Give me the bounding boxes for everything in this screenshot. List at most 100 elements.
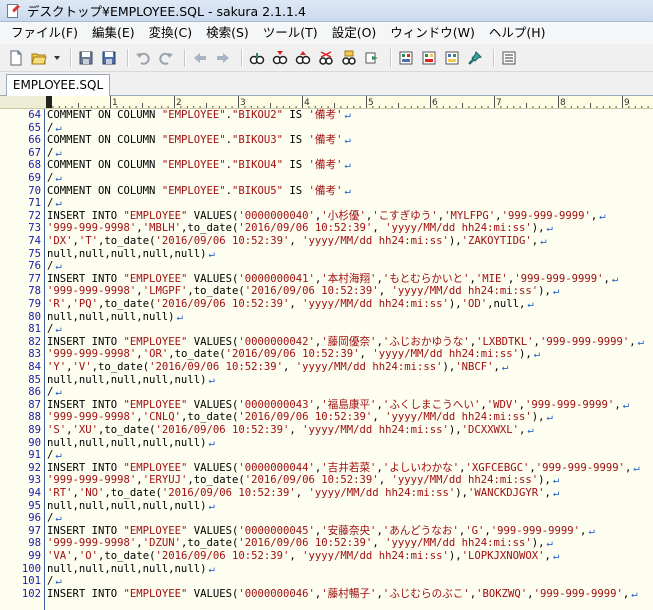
code-line[interactable]: 88 '999-999-9998','CNLQ',to_date('2016/09… [0,411,653,424]
menu-item-6[interactable]: ウィンドウ(W) [383,23,482,43]
line-number: 82 [28,335,41,348]
ruler-label: 2 [176,98,182,108]
redo-icon[interactable] [156,48,176,68]
pin-icon[interactable] [465,48,485,68]
save-all-icon[interactable] [99,48,119,68]
menu-item-5[interactable]: 設定(O) [325,23,384,43]
string-literal: 'yyyy/MM/dd hh24:mi:ss' [295,361,443,373]
menu-item-3[interactable]: 検索(S) [199,23,256,43]
title-bar: デスクトップ¥EMPLOYEE.SQL - sakura 2.1.1.4 [0,0,653,22]
code-line[interactable]: 77 INSERT INTO "EMPLOYEE" VALUES('0000000… [0,273,653,286]
open-folder-icon[interactable] [29,48,49,68]
code-line[interactable]: 90 null,null,null,null,null) ↵ [0,437,653,450]
eol-mark-icon: ↵ [540,235,547,247]
code-line[interactable]: 101 /↵ [0,575,653,588]
eol-mark-icon: ↵ [344,134,351,147]
code-line[interactable]: 95 null,null,null,null,null) ↵ [0,500,653,513]
string-literal: 'yyyy/MM/dd hh24:mi:ss' [391,474,539,487]
code-line[interactable]: 92 INSERT INTO "EMPLOYEE" VALUES('0000000… [0,462,653,475]
replace-icon[interactable] [316,48,336,68]
menu-item-2[interactable]: 変換(C) [142,23,199,43]
code-line[interactable]: 99 'VA','O',to_date('2016/09/06 10:52:39'… [0,550,653,563]
search-next-icon[interactable] [270,48,290,68]
dropdown-arrow-icon[interactable] [52,48,62,68]
code-line[interactable]: 65 /↵ [0,122,653,135]
code-line[interactable]: 84 'Y','V',to_date('2016/09/06 10:52:39',… [0,361,653,374]
code-line[interactable]: 98 '999-999-9998','DZUN',to_date('2016/09… [0,537,653,550]
code-line[interactable]: 91 /↵ [0,449,653,462]
code-line[interactable]: 85 null,null,null,null,null) ↵ [0,374,653,387]
code-line[interactable]: 76 /↵ [0,260,653,273]
code-line[interactable]: 96 /↵ [0,512,653,525]
code-line[interactable]: 70 COMMENT ON COLUMN "EMPLOYEE"."BIKOU5" … [0,185,653,198]
string-literal: 'VA' [47,550,73,562]
code-line[interactable]: 97 INSERT INTO "EMPLOYEE" VALUES('0000000… [0,525,653,538]
new-file-icon[interactable] [6,48,26,68]
code-line[interactable]: 73 '999-999-9998','MBLH',to_date('2016/09… [0,222,653,235]
editor-area[interactable]: 64 COMMENT ON COLUMN "EMPLOYEE"."BIKOU2" … [0,109,653,610]
string-literal: 'yyyy/MM/dd hh24:mi:ss' [302,235,449,247]
code-line[interactable]: 68 COMMENT ON COLUMN "EMPLOYEE"."BIKOU4" … [0,159,653,172]
code-line[interactable]: 81 /↵ [0,323,653,336]
undo-icon[interactable] [133,48,153,68]
code-text: / ↵ [47,449,62,462]
string-literal: '備考' [308,184,343,197]
ruler-label: 9 [624,98,630,108]
code-line[interactable]: 94 'RT','NO',to_date('2016/09/06 10:52:39… [0,487,653,500]
line-number: 80 [28,310,41,323]
code-line[interactable]: 78 '999-999-9998','LMGPF',to_date('2016/0… [0,285,653,298]
code-line[interactable]: 79 'R','PQ',to_date('2016/09/06 10:52:39'… [0,298,653,311]
tab-employee-sql[interactable]: EMPLOYEE.SQL [6,74,110,96]
code-text: null,null,null,null,null) ↵ [47,562,215,575]
line-number: 87 [28,398,41,411]
bookmark-prev-icon[interactable] [442,48,462,68]
menu-item-7[interactable]: ヘルプ(H) [482,23,553,43]
code-line[interactable]: 82 INSERT INTO "EMPLOYEE" VALUES('0000000… [0,336,653,349]
code-line[interactable]: 93 '999-999-9998','ERYUJ',to_date('2016/0… [0,474,653,487]
search-icon[interactable] [247,48,267,68]
code-line[interactable]: 83 '999-999-9998','OR',to_date('2016/09/0… [0,348,653,361]
line-number: 65 [28,121,41,134]
grep-icon[interactable] [339,48,359,68]
forward-icon[interactable] [213,48,233,68]
code-line[interactable]: 72 INSERT INTO "EMPLOYEE" VALUES('0000000… [0,210,653,223]
line-number: 86 [28,386,41,399]
search-prev-icon[interactable] [293,48,313,68]
string-literal: '0000000046' [238,587,315,600]
code-line[interactable]: 64 COMMENT ON COLUMN "EMPLOYEE"."BIKOU2" … [0,109,653,122]
eol-mark-icon: ↵ [546,537,553,550]
code-text: 'R','PQ',to_date('2016/09/06 10:52:39', … [47,298,534,310]
outline-icon[interactable] [499,48,519,68]
ruler-ticks: 12345678910 [46,96,649,108]
menu-item-1[interactable]: 編集(E) [85,23,142,43]
code-text: 'RT','NO',to_date('2016/09/06 10:52:39',… [47,487,560,499]
bookmark-icon[interactable] [396,48,416,68]
line-number: 99 [28,550,41,562]
code-line[interactable]: 80 null,null,null,null) ↵ [0,311,653,324]
jump-icon[interactable] [362,48,382,68]
code-text: / ↵ [47,121,62,134]
string-literal: 'WDV' [486,398,519,411]
code-line[interactable]: 67 /↵ [0,147,653,160]
string-literal: 'OR' [142,348,169,361]
code-line[interactable]: 100 null,null,null,null,null) ↵ [0,563,653,576]
string-literal: '999-999-9998' [47,474,137,487]
code-line[interactable]: 74 'DX','T',to_date('2016/09/06 10:52:39'… [0,235,653,248]
code-line[interactable]: 102 INSERT INTO "EMPLOYEE" VALUES('000000… [0,588,653,601]
code-line[interactable]: 66 COMMENT ON COLUMN "EMPLOYEE"."BIKOU3" … [0,134,653,147]
code-line[interactable]: 87 INSERT INTO "EMPLOYEE" VALUES('0000000… [0,399,653,412]
string-literal: "EMPLOYEE" [161,109,226,121]
back-icon[interactable] [190,48,210,68]
code-line[interactable]: 89 'S','XU',to_date('2016/09/06 10:52:39'… [0,424,653,437]
string-literal: 'yyyy/MM/dd hh24:mi:ss' [302,424,449,436]
eol-mark-icon: ↵ [633,461,640,474]
save-icon[interactable] [76,48,96,68]
code-line[interactable]: 71 /↵ [0,197,653,210]
ruler-label: 7 [496,98,502,108]
code-line[interactable]: 75 null,null,null,null,null) ↵ [0,248,653,261]
menu-item-0[interactable]: ファイル(F) [4,23,85,43]
menu-item-4[interactable]: ツール(T) [256,23,325,43]
code-line[interactable]: 69 /↵ [0,172,653,185]
bookmark-next-icon[interactable] [419,48,439,68]
code-line[interactable]: 86 /↵ [0,386,653,399]
